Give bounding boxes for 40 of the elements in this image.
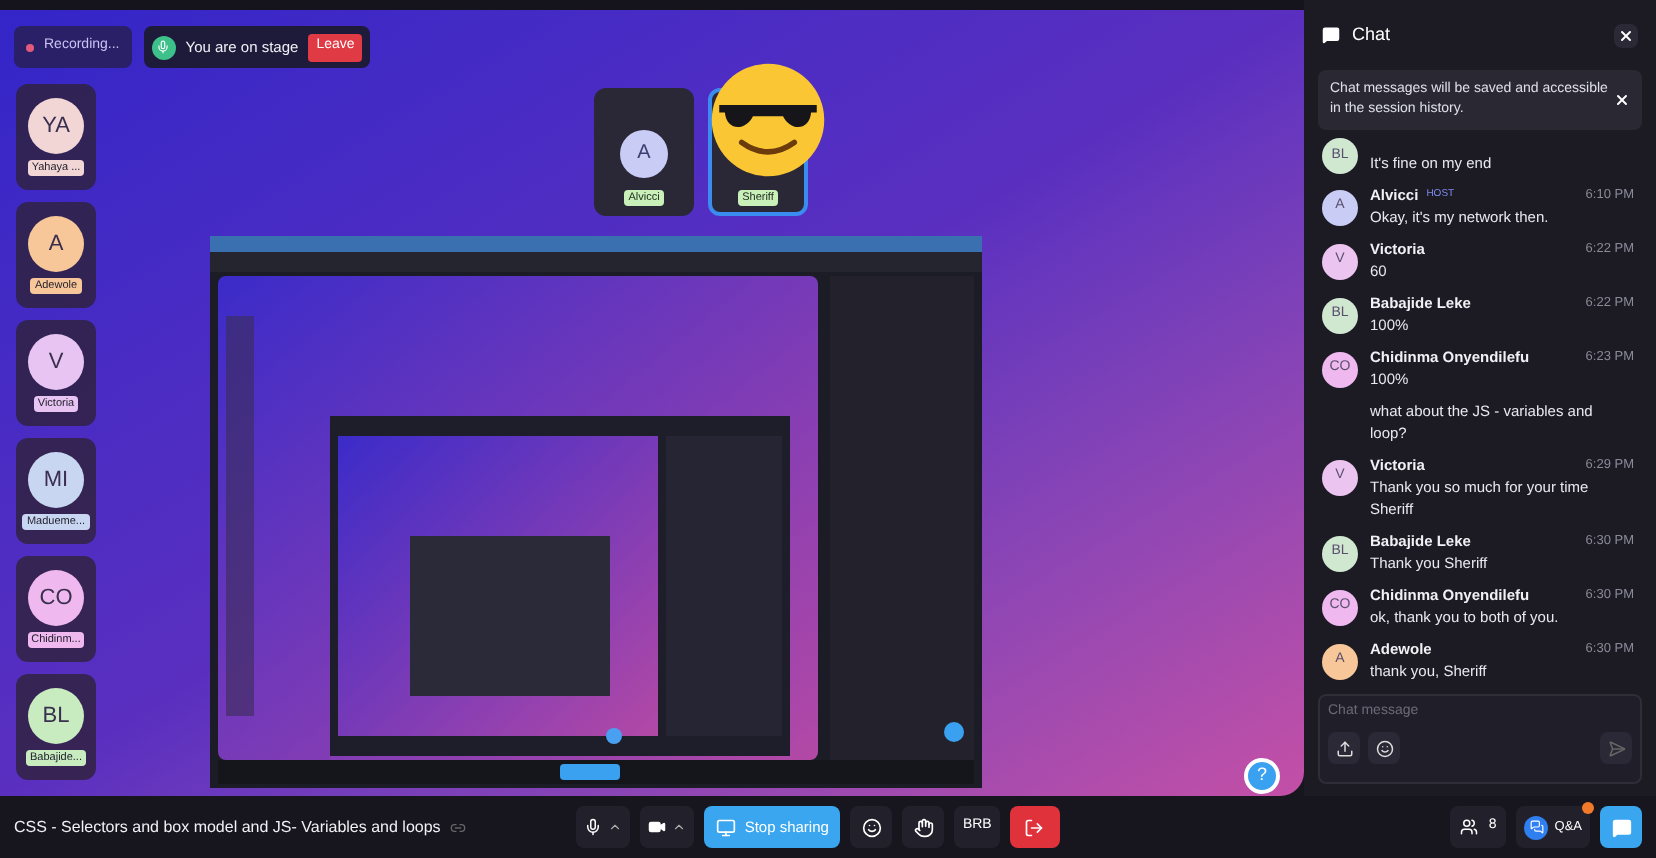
leave-session-button[interactable]: [1009, 806, 1060, 848]
avatar: CO: [28, 570, 84, 626]
chat-toggle-button[interactable]: [1600, 806, 1642, 848]
close-button[interactable]: [1614, 23, 1638, 48]
avatar: A: [28, 216, 84, 272]
hand-icon: [913, 817, 934, 837]
send-icon: [1607, 739, 1625, 757]
link-icon[interactable]: [450, 819, 467, 835]
sunglasses-emoji-reaction-toast: [708, 60, 828, 180]
caret-icon: [608, 820, 623, 834]
session-title: CSS - Selectors and box model and JS- Variables and loops: [14, 815, 441, 839]
smiley-icon: [861, 817, 882, 837]
avatar: A: [620, 129, 668, 178]
upload-button[interactable]: [1328, 732, 1360, 764]
avatar: YA: [28, 98, 84, 154]
exit-icon: [1024, 817, 1045, 837]
emoji-button[interactable]: [1368, 732, 1400, 764]
chat-title: Chat: [1352, 22, 1391, 48]
raise-hand-button[interactable]: [902, 806, 945, 848]
upload-icon: [1335, 739, 1353, 757]
close-icon: [1614, 91, 1630, 107]
close-icon: [1618, 27, 1634, 44]
chat-bubbles-icon: [1529, 820, 1544, 834]
microphone-icon: [584, 818, 603, 836]
reaction-button[interactable]: [850, 806, 893, 848]
people-icon: [1460, 818, 1479, 836]
caret-icon: [672, 820, 687, 834]
camera-button[interactable]: [640, 806, 695, 848]
send-button[interactable]: [1600, 732, 1632, 764]
chat-icon: [1611, 817, 1631, 837]
smiley-icon: [1375, 739, 1393, 757]
monitor-icon: [716, 817, 737, 837]
microphone-icon: [156, 40, 171, 54]
chat-icon: [1322, 26, 1340, 45]
avatar: V: [28, 334, 84, 390]
avatar: BL: [28, 688, 84, 744]
avatar: MI: [28, 452, 84, 508]
camera-icon: [648, 818, 667, 836]
mic-button[interactable]: [576, 806, 631, 848]
dismiss-button[interactable]: [1614, 91, 1630, 107]
